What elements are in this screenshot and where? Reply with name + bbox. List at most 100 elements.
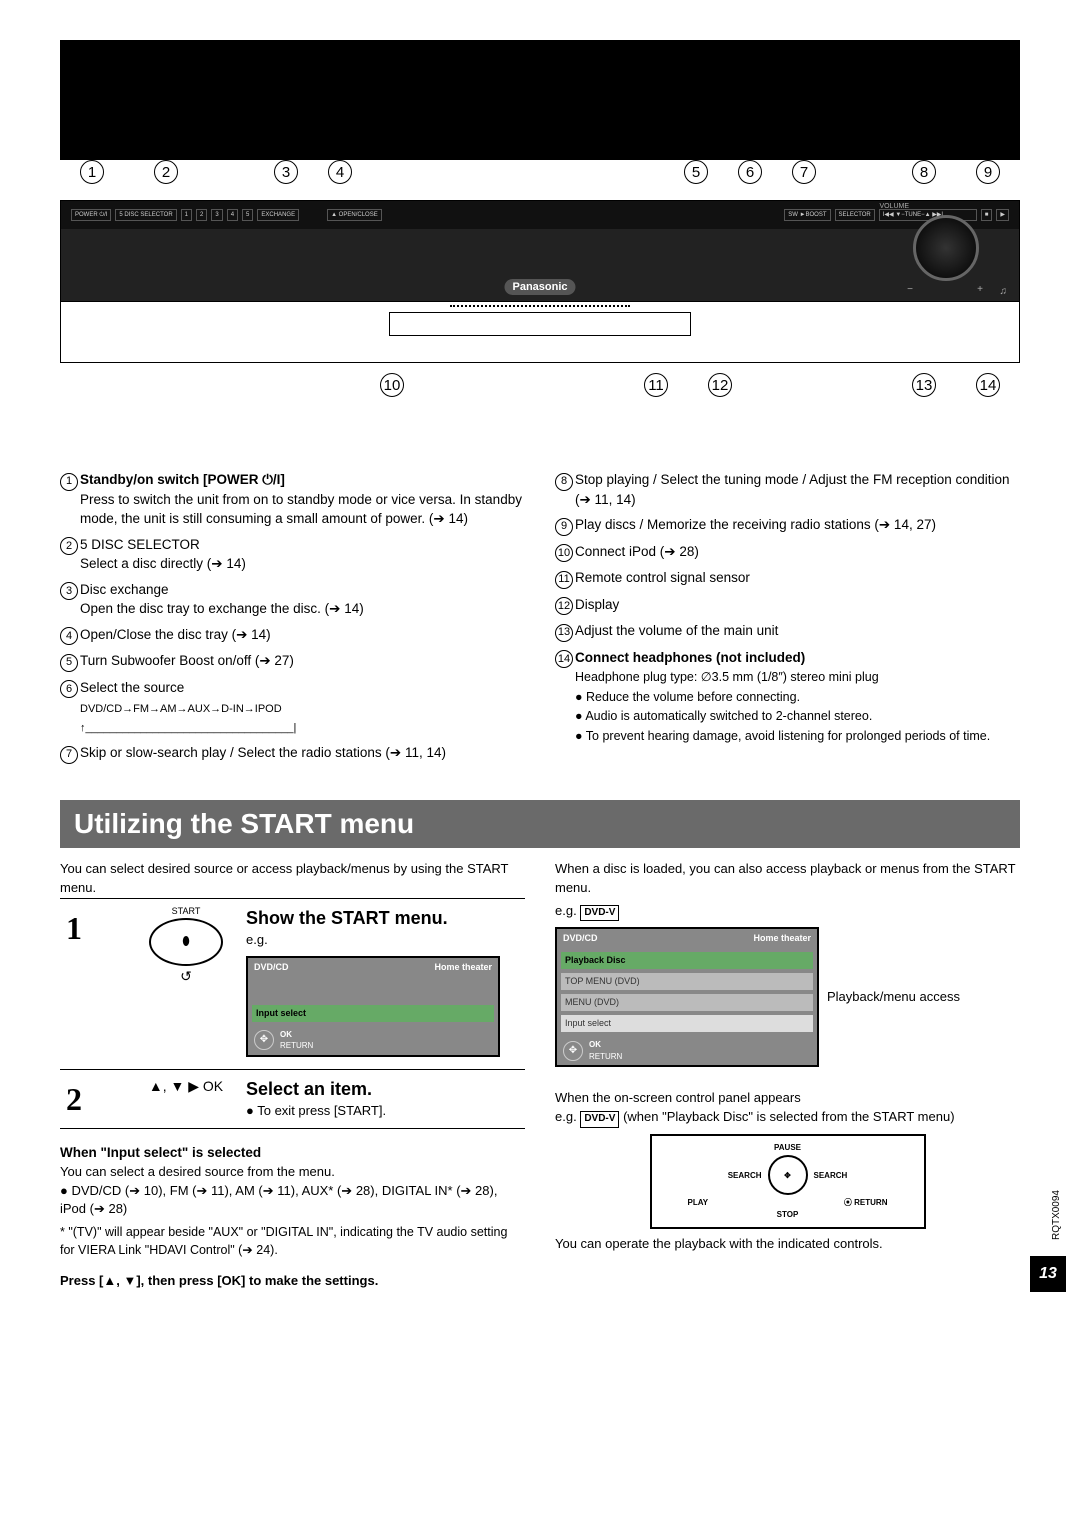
btn-play: ▶ xyxy=(996,209,1009,221)
phones-icon: ♫ xyxy=(1000,286,1008,297)
ref-text: 5 DISC SELECTOR Select a disc directly (… xyxy=(80,535,525,574)
ok-icon: ✥ xyxy=(254,1030,274,1050)
callout-9: 9 xyxy=(976,160,1000,184)
ref-col-right: 8Stop playing / Select the tuning mode /… xyxy=(555,470,1020,770)
callout-13: 13 xyxy=(912,373,936,397)
callout-8: 8 xyxy=(912,160,936,184)
menu-row: Playback Disc xyxy=(561,952,813,969)
ref-text: Press to switch the unit from on to stan… xyxy=(80,492,522,527)
btn-exchange: EXCHANGE xyxy=(257,209,299,221)
panel-appears: When the on-screen control panel appears xyxy=(555,1089,1020,1108)
when-input-b1: ● DVD/CD (➔ 10), FM (➔ 11), AM (➔ 11), A… xyxy=(60,1182,525,1220)
disc-5: 5 xyxy=(242,209,253,221)
panel-eg-tail: (when "Playback Disc" is selected from t… xyxy=(623,1109,954,1124)
cp-stop: STOP xyxy=(658,1209,918,1221)
callout-11: 11 xyxy=(644,373,668,397)
step-number: 2 xyxy=(60,1076,126,1122)
ref-text: Remote control signal sensor xyxy=(575,568,1020,589)
reference-list: 1Standby/on switch [POWER ⏻/I] Press to s… xyxy=(60,470,1020,770)
foot-return: RETURN xyxy=(280,1041,313,1050)
right-intro: When a disc is loaded, you can also acce… xyxy=(555,860,1020,898)
right-eg: e.g. xyxy=(555,903,577,918)
cp-return: RETURN xyxy=(854,1198,887,1207)
volume-knob xyxy=(913,215,979,281)
when-input-title: When "Input select" is selected xyxy=(60,1145,261,1160)
device-front: POWER ⏻/I 5 DISC SELECTOR 1 2 3 4 5 EXCH… xyxy=(60,200,1020,302)
start-right-col: When a disc is loaded, you can also acce… xyxy=(555,860,1020,1290)
callout-2: 2 xyxy=(154,160,178,184)
step-number: 1 xyxy=(60,905,126,951)
dvd-v-tag-2: DVD-V xyxy=(580,1111,619,1128)
callout-5: 5 xyxy=(684,160,708,184)
ref-bold: Standby/on switch [POWER ⏻/I] xyxy=(80,472,285,487)
start-left-col: You can select desired source or access … xyxy=(60,860,525,1290)
btn-stop: ■ xyxy=(981,209,993,221)
btn-power: POWER ⏻/I xyxy=(71,209,111,221)
ref-sub: DVD/CD→FM→AM→AUX→D-IN→IPOD ↑____________… xyxy=(80,703,296,735)
lbl-minus: − xyxy=(907,284,913,295)
ref-text: Select the source xyxy=(80,680,184,695)
callout-1: 1 xyxy=(80,160,104,184)
cp-pause: PAUSE xyxy=(658,1142,918,1154)
icon-label: START xyxy=(126,905,246,918)
disc-2: 2 xyxy=(196,209,207,221)
refnum: 6 xyxy=(60,680,78,698)
nav-keys-icon: ▲, ▼ ▶ OK xyxy=(149,1078,223,1094)
step-2: 2 ▲, ▼ ▶ OK Select an item. ● To exit pr… xyxy=(60,1070,525,1129)
step-2-icon: ▲, ▼ ▶ OK xyxy=(126,1076,246,1097)
step-1-icon: START ⬮ ↺ xyxy=(126,905,246,986)
callout-6: 6 xyxy=(738,160,762,184)
refnum: 8 xyxy=(555,473,573,491)
start-button-icon: ⬮ xyxy=(149,918,223,966)
step-title: Show the START menu. xyxy=(246,905,525,931)
refnum: 9 xyxy=(555,518,573,536)
foot-return: RETURN xyxy=(589,1052,622,1061)
cp-dial-icon: ✥ xyxy=(768,1155,808,1195)
when-input-body: You can select a desired source from the… xyxy=(60,1163,525,1182)
refnum: 14 xyxy=(555,650,573,668)
refnum: 13 xyxy=(555,624,573,642)
header-blackbar xyxy=(60,40,1020,160)
ref-text: Play discs / Memorize the receiving radi… xyxy=(575,515,1020,536)
callout-3: 3 xyxy=(274,160,298,184)
ref-text: Stop playing / Select the tuning mode / … xyxy=(575,470,1020,509)
btn-swboost: SW ►BOOST xyxy=(784,209,830,221)
brand-badge: Panasonic xyxy=(504,279,575,295)
when-input-b2: * "(TV)" will appear beside "AUX" or "DI… xyxy=(60,1223,525,1259)
step-eg: e.g. xyxy=(246,931,525,950)
ref-sub: Headphone plug type: ∅3.5 mm (1/8″) ster… xyxy=(575,670,990,743)
page-number: 13 xyxy=(1030,1256,1066,1292)
refnum: 10 xyxy=(555,544,573,562)
disc-tray xyxy=(389,312,691,336)
operate-note: You can operate the playback with the in… xyxy=(555,1235,1020,1254)
callout-7: 7 xyxy=(792,160,816,184)
ref-text: Skip or slow-search play / Select the ra… xyxy=(80,743,525,764)
ref-text: Connect iPod (➔ 28) xyxy=(575,542,1020,563)
menu-hdr-r: Home theater xyxy=(753,932,811,945)
lbl-plus: + xyxy=(977,284,983,295)
cp-search-l: SEARCH xyxy=(728,1170,762,1182)
foot-ok: OK xyxy=(280,1030,292,1039)
menu-row: Input select xyxy=(561,1015,813,1032)
playback-menu-label: Playback/menu access xyxy=(827,988,960,1007)
ref-text: Display xyxy=(575,595,1020,616)
callout-4: 4 xyxy=(328,160,352,184)
ref-col-left: 1Standby/on switch [POWER ⏻/I] Press to s… xyxy=(60,470,525,770)
disc-1: 1 xyxy=(181,209,192,221)
refnum: 4 xyxy=(60,627,78,645)
menu-row: TOP MENU (DVD) xyxy=(561,973,813,990)
menu-hdr-l: DVD/CD xyxy=(254,961,289,974)
refnum: 1 xyxy=(60,473,78,491)
menu-row: Input select xyxy=(252,1005,494,1022)
step-1: 1 START ⬮ ↺ Show the START menu. e.g. DV… xyxy=(60,898,525,1070)
refnum: 3 xyxy=(60,582,78,600)
panel-eg: e.g. xyxy=(555,1109,577,1124)
page-body: ✎ Control reference guide / Utilizing th… xyxy=(0,160,1080,1330)
ref-text: Open/Close the disc tray (➔ 14) xyxy=(80,625,525,646)
btn-openclose: ▲ OPEN/CLOSE xyxy=(327,209,382,221)
callout-10: 10 xyxy=(380,373,404,397)
ok-icon: ✥ xyxy=(563,1041,583,1061)
ref-text: Adjust the volume of the main unit xyxy=(575,621,1020,642)
refnum: 11 xyxy=(555,571,573,589)
device-lower xyxy=(60,301,1020,363)
